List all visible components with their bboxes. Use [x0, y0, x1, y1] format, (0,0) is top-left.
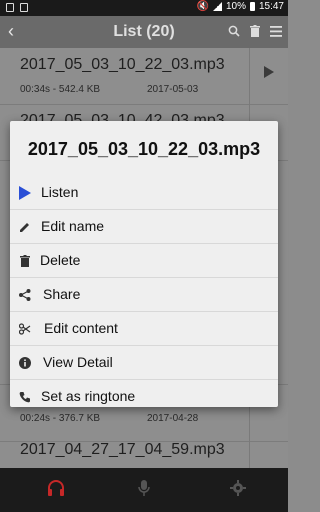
notification-icon — [6, 3, 14, 12]
bottom-nav — [0, 468, 288, 512]
gear-icon — [230, 479, 246, 501]
menu-item-label: Share — [43, 286, 81, 302]
status-bar: 🔇 10% 15:47 — [0, 0, 288, 16]
file-meta: 00:34s - 542.4 KB — [20, 84, 101, 95]
pencil-icon — [18, 220, 32, 234]
options-menu: Listen Edit name Delete Share Edit conte… — [10, 176, 278, 413]
play-icon[interactable] — [264, 66, 274, 78]
trash-icon[interactable] — [250, 24, 260, 42]
nav-player[interactable] — [8, 476, 104, 504]
battery-icon — [249, 2, 255, 11]
menu-item-delete[interactable]: Delete — [10, 244, 278, 278]
notification-icon — [20, 3, 28, 12]
phone-icon — [18, 390, 32, 404]
share-icon — [18, 288, 32, 302]
menu-item-label: Delete — [40, 252, 81, 268]
menu-item-set-ringtone[interactable]: Set as ringtone — [10, 380, 278, 413]
menu-item-label: Listen — [41, 184, 79, 200]
search-icon[interactable] — [228, 24, 240, 42]
play-icon — [18, 186, 32, 200]
info-icon — [18, 356, 32, 370]
menu-item-label: Set as ringtone — [41, 388, 136, 404]
list-item[interactable]: 2017_05_03_10_22_03.mp3 00:34s - 542.4 K… — [0, 48, 288, 105]
trash-icon — [18, 254, 32, 268]
headphones-icon — [46, 479, 66, 502]
app-bar: ‹ List (20) — [0, 16, 288, 48]
file-name: 2017_04_27_17_04_59.mp3 — [20, 441, 225, 458]
microphone-icon — [137, 479, 151, 502]
battery-percent: 10% — [225, 1, 246, 12]
menu-item-edit-name[interactable]: Edit name — [10, 210, 278, 244]
options-dialog: 2017_05_03_10_22_03.mp3 Listen Edit name… — [10, 121, 278, 407]
file-name: 2017_05_03_10_22_03.mp3 — [20, 56, 225, 73]
nav-record[interactable] — [96, 476, 192, 504]
scissors-icon — [18, 322, 32, 336]
menu-item-view-detail[interactable]: View Detail — [10, 346, 278, 380]
menu-item-label: Edit name — [41, 218, 105, 234]
mute-icon: 🔇 — [196, 1, 209, 12]
file-date: 2017-05-03 — [147, 84, 199, 95]
file-date: 2017-04-28 — [147, 413, 199, 424]
menu-item-edit-content[interactable]: Edit content — [10, 312, 278, 346]
menu-item-label: View Detail — [43, 354, 113, 370]
menu-item-share[interactable]: Share — [10, 278, 278, 312]
signal-icon — [212, 2, 222, 11]
clock: 15:47 — [258, 1, 284, 12]
file-meta: 00:24s - 376.7 KB — [20, 413, 101, 424]
menu-item-listen[interactable]: Listen — [10, 176, 278, 210]
nav-settings[interactable] — [190, 476, 286, 504]
dialog-title: 2017_05_03_10_22_03.mp3 — [27, 139, 261, 159]
menu-item-label: Edit content — [44, 320, 118, 336]
menu-icon[interactable] — [270, 24, 282, 42]
